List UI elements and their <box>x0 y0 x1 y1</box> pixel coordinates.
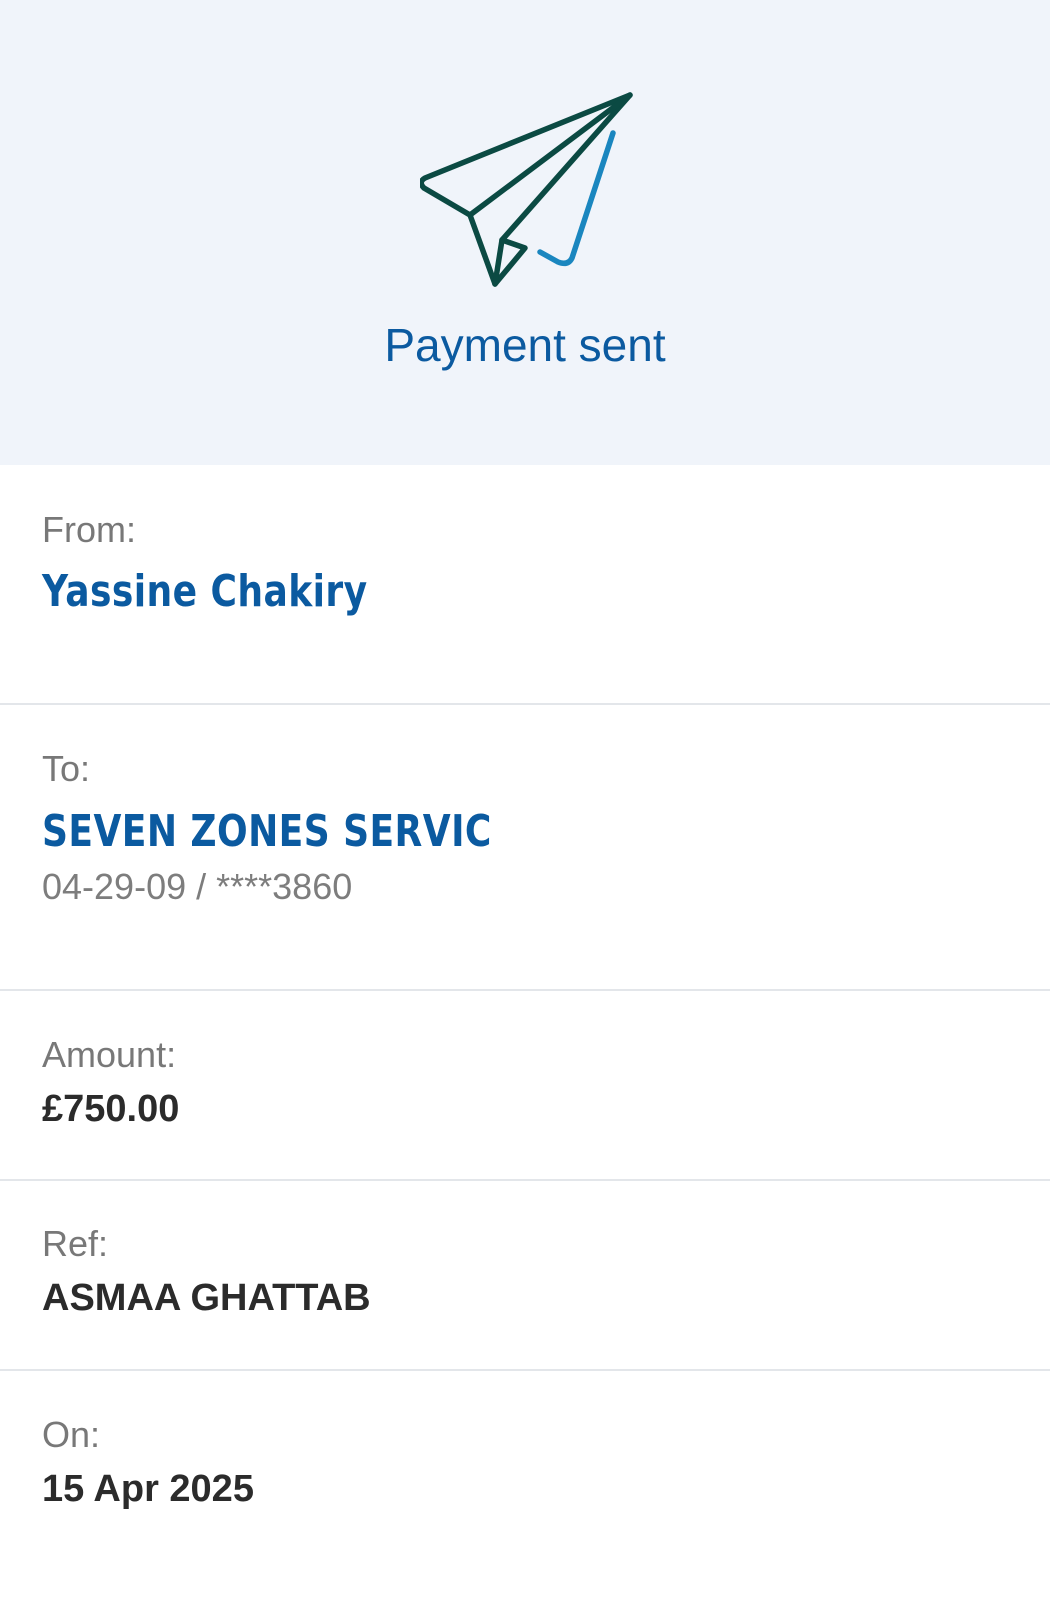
recipient-account: 04-29-09 / ****3860 <box>42 866 353 907</box>
from-label: From: <box>42 509 136 550</box>
amount-label: Amount: <box>42 1034 177 1075</box>
ref-row: Ref: ASMAA GHATTAB <box>0 1181 1050 1371</box>
ref-value: ASMAA GHATTAB <box>42 1277 371 1319</box>
date-row: On: 15 Apr 2025 <box>0 1371 1050 1600</box>
payment-confirmation-screen: Payment sent From: Yassine Chakiry To: S… <box>0 0 1050 1600</box>
date-value: 15 Apr 2025 <box>42 1468 254 1510</box>
amount-value: £750.00 <box>42 1088 180 1130</box>
paper-plane-icon <box>420 92 633 287</box>
sender-name: Yassine Chakiry <box>42 566 368 617</box>
to-label: To: <box>42 748 91 789</box>
amount-row: Amount: £750.00 <box>0 991 1050 1181</box>
payment-sent-header: Payment sent <box>0 0 1050 465</box>
date-label: On: <box>42 1414 101 1455</box>
ref-label: Ref: <box>42 1223 109 1264</box>
payment-status-title: Payment sent <box>384 319 666 371</box>
to-row: To: SEVEN ZONES SERVIC 04-29-09 / ****38… <box>0 705 1050 991</box>
recipient-name: SEVEN ZONES SERVIC <box>42 806 492 857</box>
from-row: From: Yassine Chakiry <box>0 465 1050 705</box>
